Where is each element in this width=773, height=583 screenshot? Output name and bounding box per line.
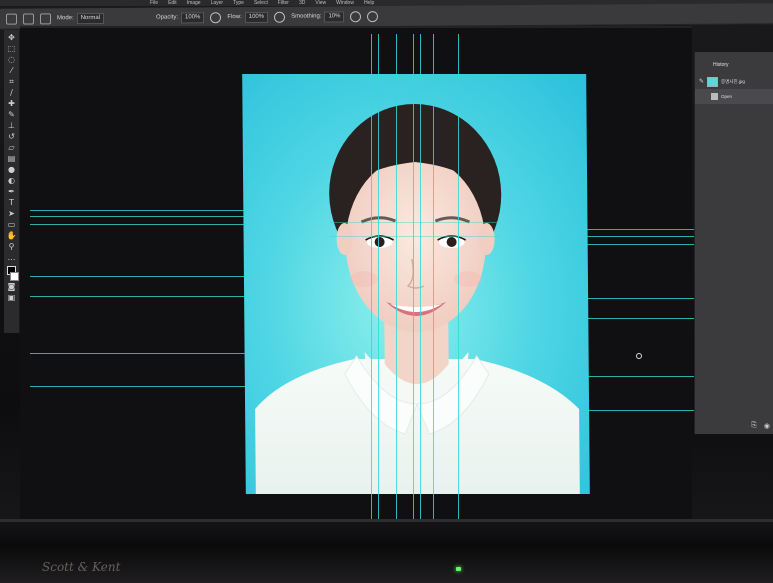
airbrush-icon[interactable] xyxy=(274,11,286,23)
opacity-control: Opacity: 100% xyxy=(156,11,205,23)
screen-mode-icon[interactable]: ▣ xyxy=(7,293,17,303)
snapshot-brush-icon: ✎ xyxy=(699,79,705,85)
menu-filter[interactable]: Filter xyxy=(278,0,289,6)
flow-control: Flow: 100% xyxy=(227,11,269,23)
guide-horizontal[interactable] xyxy=(30,224,250,225)
move-icon[interactable]: ✥ xyxy=(7,33,17,43)
shape-icon[interactable]: ▭ xyxy=(7,220,17,230)
snapshot-label: 증명사진.jpg xyxy=(721,78,745,84)
stamp-icon[interactable]: ⊥ xyxy=(7,121,17,131)
guide-vertical[interactable] xyxy=(413,34,414,534)
menu-layer[interactable]: Layer xyxy=(211,0,224,6)
history-item[interactable]: Open xyxy=(695,89,773,104)
guide-horizontal[interactable] xyxy=(30,386,250,387)
history-item-label: Open xyxy=(721,94,733,99)
quick-mask-icon[interactable]: ◙ xyxy=(7,282,17,292)
brand-logo: Scott & Kent xyxy=(42,560,121,574)
smoothing-control: Smoothing: 10% xyxy=(291,10,345,22)
opacity-label: Opacity: xyxy=(156,14,179,21)
menu-edit[interactable]: Edit xyxy=(168,0,177,6)
background-color-swatch[interactable] xyxy=(10,272,19,281)
opacity-field[interactable]: 100% xyxy=(181,11,205,23)
portrait-illustration xyxy=(255,104,580,494)
monitor: File Edit Image Layer Type Select Filter… xyxy=(0,0,773,583)
eyedropper-icon[interactable]: ∕ xyxy=(7,88,17,98)
guide-horizontal[interactable] xyxy=(586,229,696,230)
path-select-icon[interactable]: ➤ xyxy=(7,209,17,219)
menu-help[interactable]: Help xyxy=(364,0,374,6)
dodge-icon[interactable]: ◐ xyxy=(7,176,17,186)
guide-vertical[interactable] xyxy=(396,34,397,534)
menu-view[interactable]: View xyxy=(315,0,326,6)
pen-icon[interactable]: ✒ xyxy=(7,187,17,197)
hand-icon[interactable]: ✋ xyxy=(7,231,17,241)
smoothing-label: Smoothing: xyxy=(291,13,322,20)
guide-horizontal[interactable] xyxy=(586,236,696,237)
guide-vertical[interactable] xyxy=(458,34,459,534)
guide-horizontal[interactable] xyxy=(30,353,250,354)
snapshot-thumbnail xyxy=(707,76,719,87)
guide-horizontal[interactable] xyxy=(30,210,250,211)
history-panel-footer: ⎘ ◉ xyxy=(751,422,770,430)
flow-label: Flow: xyxy=(227,14,242,21)
history-panel-title[interactable]: History xyxy=(695,52,773,68)
guide-vertical[interactable] xyxy=(378,34,379,534)
tools-panel: ✥ ⬚ ◌ ⁄ ⌗ ∕ ✚ ✎ ⊥ ↺ ▱ ▤ ● ◐ ✒ T ➤ ▭ ✋ ⚲ … xyxy=(4,30,20,333)
pressure-size-icon[interactable] xyxy=(367,10,379,22)
guide-vertical[interactable] xyxy=(371,34,372,534)
pressure-opacity-icon[interactable] xyxy=(210,11,222,23)
guide-vertical[interactable] xyxy=(420,34,421,534)
guide-horizontal[interactable] xyxy=(586,298,696,299)
camera-snapshot-icon[interactable]: ◉ xyxy=(764,422,770,430)
blur-icon[interactable]: ● xyxy=(7,165,17,175)
brush-size-icon[interactable] xyxy=(23,12,34,25)
menu-bar: File Edit Image Layer Type Select Filter… xyxy=(150,0,374,6)
menu-image[interactable]: Image xyxy=(187,0,201,6)
toggle-brush-panel-icon[interactable] xyxy=(40,12,51,24)
menu-type[interactable]: Type xyxy=(233,0,244,6)
brush-icon[interactable]: ✎ xyxy=(7,110,17,120)
brush-preset-icon[interactable] xyxy=(6,13,17,25)
magic-wand-icon[interactable]: ⁄ xyxy=(7,66,17,76)
marquee-icon[interactable]: ⬚ xyxy=(7,44,17,54)
history-snapshot[interactable]: ✎ 증명사진.jpg xyxy=(695,74,773,89)
history-panel: History ✎ 증명사진.jpg Open ⎘ ◉ xyxy=(694,52,773,434)
mode-control: Mode: Normal xyxy=(57,12,105,24)
power-led xyxy=(456,567,461,571)
mode-select[interactable]: Normal xyxy=(76,12,105,24)
healing-icon[interactable]: ✚ xyxy=(7,99,17,109)
eraser-icon[interactable]: ▱ xyxy=(7,143,17,153)
lasso-icon[interactable]: ◌ xyxy=(7,55,17,65)
cursor-icon xyxy=(636,353,642,359)
menu-select[interactable]: Select xyxy=(254,0,268,6)
open-document-icon xyxy=(711,93,718,100)
guide-horizontal[interactable] xyxy=(30,276,250,277)
guide-horizontal[interactable] xyxy=(586,244,696,245)
mode-label: Mode: xyxy=(57,15,74,22)
menu-file[interactable]: File xyxy=(150,0,158,6)
guide-horizontal[interactable] xyxy=(586,376,696,377)
guide-horizontal[interactable] xyxy=(30,216,250,217)
guide-horizontal[interactable] xyxy=(30,296,250,297)
history-brush-icon[interactable]: ↺ xyxy=(7,132,17,142)
guide-horizontal[interactable] xyxy=(330,222,500,223)
guide-horizontal[interactable] xyxy=(586,410,696,411)
portrait-photo[interactable] xyxy=(242,74,590,494)
gradient-icon[interactable]: ▤ xyxy=(7,154,17,164)
zoom-icon[interactable]: ⚲ xyxy=(7,242,17,252)
new-document-from-state-icon[interactable]: ⎘ xyxy=(751,422,757,430)
menu-3d[interactable]: 3D xyxy=(299,0,305,6)
guide-horizontal[interactable] xyxy=(330,236,500,237)
smoothing-settings-icon[interactable] xyxy=(350,10,362,22)
guide-horizontal[interactable] xyxy=(586,318,696,319)
menu-window[interactable]: Window xyxy=(336,0,354,6)
type-icon[interactable]: T xyxy=(7,198,17,208)
more-tools-icon[interactable]: … xyxy=(7,253,17,263)
guide-vertical[interactable] xyxy=(433,34,434,534)
crop-icon[interactable]: ⌗ xyxy=(7,77,17,87)
smoothing-field[interactable]: 10% xyxy=(324,10,345,22)
flow-field[interactable]: 100% xyxy=(244,11,269,23)
